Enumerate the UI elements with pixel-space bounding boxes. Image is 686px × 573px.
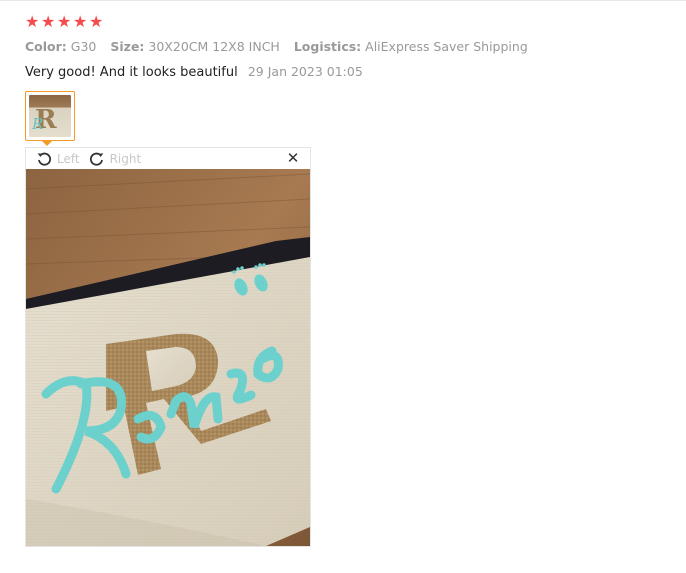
star-rating: ★ ★ ★ ★ ★ [25, 14, 104, 30]
photo-canvas [26, 169, 310, 546]
rotate-right-label: Right [109, 151, 142, 166]
star-icon: ★ [25, 12, 40, 31]
top-divider [0, 0, 686, 1]
review-photo [26, 169, 310, 546]
review-photo-thumbnail[interactable]: R R [25, 91, 75, 141]
review-line: Very good! And it looks beautiful 29 Jan… [25, 64, 363, 80]
attribute-value: AliExpress Saver Shipping [365, 39, 528, 54]
rotate-left-icon [37, 152, 52, 166]
star-icon: ★ [57, 12, 72, 31]
thumbnail-script: R [32, 115, 44, 133]
attribute-color: Color: G30 [25, 39, 96, 54]
rotate-left-label: Left [57, 151, 80, 166]
star-icon: ★ [41, 12, 56, 31]
photo-viewer: Left Right ✕ [25, 147, 311, 547]
review-text: Very good! And it looks beautiful [25, 65, 238, 80]
attribute-value: G30 [70, 39, 97, 54]
review-date: 29 Jan 2023 01:05 [247, 64, 363, 79]
attribute-value: 30X20CM 12X8 INCH [148, 39, 280, 54]
attribute-key: Logistics: [293, 39, 362, 54]
star-icon: ★ [89, 12, 104, 31]
product-attributes: Color: G30 Size: 30X20CM 12X8 INCH Logis… [25, 39, 542, 54]
thumbnail-pointer [42, 141, 52, 146]
rotate-right-button[interactable]: Right [89, 151, 142, 167]
rotate-right-icon [89, 152, 103, 166]
attribute-logistics: Logistics: AliExpress Saver Shipping [294, 39, 528, 54]
star-icon: ★ [73, 12, 88, 31]
attribute-key: Size: [110, 39, 145, 54]
close-icon[interactable]: ✕ [286, 150, 300, 166]
attribute-size: Size: 30X20CM 12X8 INCH [110, 39, 279, 54]
thumbnail-image: R R [29, 95, 71, 137]
viewer-toolbar: Left Right ✕ [26, 148, 310, 169]
rotate-left-button[interactable]: Left [36, 151, 80, 167]
attribute-key: Color: [25, 39, 67, 54]
